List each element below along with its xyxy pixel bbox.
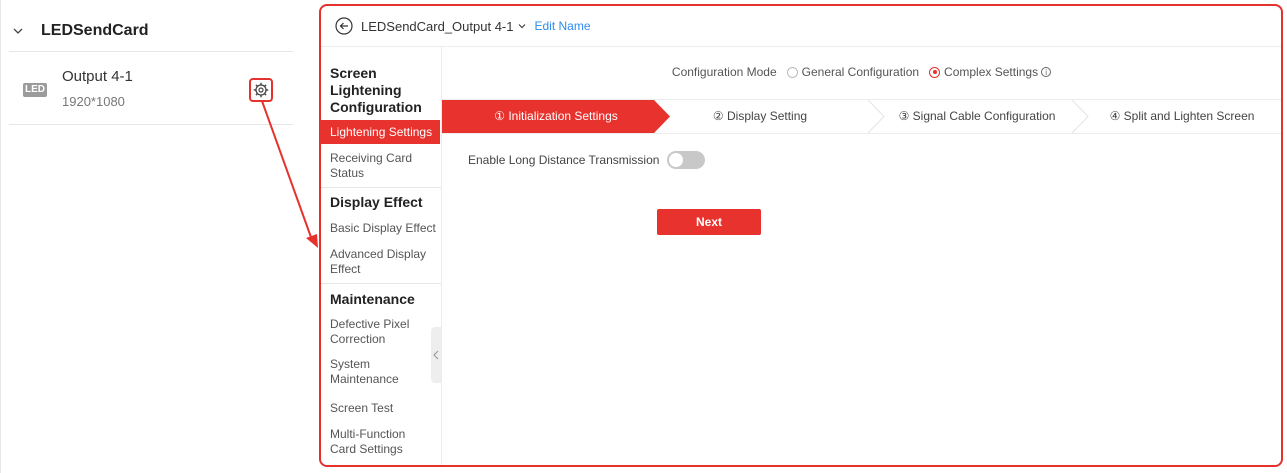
menu-item-screen-test[interactable]: Screen Test xyxy=(321,401,393,416)
menu-item-multi-function-card-settings[interactable]: Multi-Function Card Settings xyxy=(321,427,430,457)
radio-general-configuration[interactable] xyxy=(786,66,798,78)
device-panel: LEDSendCard LED Output 4-1 1920*1080 xyxy=(0,0,293,473)
led-screen-icon: LED xyxy=(23,83,47,97)
window-header: LEDSendCard_Output 4-1 Edit Name xyxy=(321,6,1281,47)
menu-section-maintenance: Maintenance xyxy=(330,291,415,307)
collapse-menu-button[interactable] xyxy=(431,327,441,383)
next-button[interactable]: Next xyxy=(657,209,761,235)
back-arrow-icon[interactable] xyxy=(335,17,353,35)
divider xyxy=(9,124,293,125)
output-name: Output 4-1 xyxy=(62,68,133,85)
step-split-and-lighten-screen[interactable]: ④ Split and Lighten Screen xyxy=(1087,100,1277,133)
configuration-mode-row: Configuration Mode General Configuration… xyxy=(442,65,1281,79)
step-bar: ① Initialization Settings ② Display Sett… xyxy=(442,99,1281,134)
radio-complex-settings[interactable] xyxy=(929,66,941,78)
divider xyxy=(321,187,441,188)
menu-item-system-maintenance[interactable]: System Maintenance xyxy=(321,357,420,387)
chevron-down-icon[interactable] xyxy=(518,22,526,30)
menu-item-lightening-settings[interactable]: Lightening Settings xyxy=(321,120,440,144)
complex-settings-label[interactable]: Complex Settings xyxy=(944,65,1038,79)
menu-section-screen: Screen Lightening Configuration xyxy=(330,65,422,115)
general-configuration-label[interactable]: General Configuration xyxy=(802,65,919,79)
divider xyxy=(321,283,441,284)
menu-item-advanced-display-effect[interactable]: Advanced Display Effect xyxy=(321,247,430,277)
menu-item-receiving-card-status[interactable]: Receiving Card Status xyxy=(321,151,430,181)
settings-menu: Screen Lightening Configuration Lighteni… xyxy=(321,47,442,465)
chevron-left-icon xyxy=(433,350,439,360)
step-signal-cable-configuration[interactable]: ③ Signal Cable Configuration xyxy=(872,100,1082,133)
info-icon[interactable]: i xyxy=(1041,67,1052,77)
chevron-down-icon xyxy=(13,28,23,34)
window-title: LEDSendCard_Output 4-1 xyxy=(361,18,514,34)
configuration-window: LEDSendCard_Output 4-1 Edit Name Screen … xyxy=(319,4,1283,467)
output-resolution: 1920*1080 xyxy=(62,94,125,109)
device-group-name: LEDSendCard xyxy=(41,22,149,39)
menu-section-display: Display Effect xyxy=(330,194,423,210)
menu-item-defective-pixel-correction[interactable]: Defective Pixel Correction xyxy=(321,317,420,347)
settings-button[interactable] xyxy=(249,78,273,102)
long-distance-toggle[interactable] xyxy=(667,151,706,169)
step-initialization-settings[interactable]: ① Initialization Settings xyxy=(442,100,670,133)
output-list-item[interactable]: LED Output 4-1 1920*1080 xyxy=(9,52,293,124)
gear-icon xyxy=(253,82,269,98)
content-area: Configuration Mode General Configuration… xyxy=(442,47,1281,465)
long-distance-label: Enable Long Distance Transmission xyxy=(468,153,660,167)
long-distance-row: Enable Long Distance Transmission xyxy=(468,151,706,169)
device-group-header[interactable]: LEDSendCard xyxy=(13,22,149,40)
step-display-setting[interactable]: ② Display Setting xyxy=(670,100,850,133)
menu-item-basic-display-effect[interactable]: Basic Display Effect xyxy=(321,221,440,236)
edit-name-link[interactable]: Edit Name xyxy=(534,19,590,33)
configuration-mode-label: Configuration Mode xyxy=(671,65,777,79)
